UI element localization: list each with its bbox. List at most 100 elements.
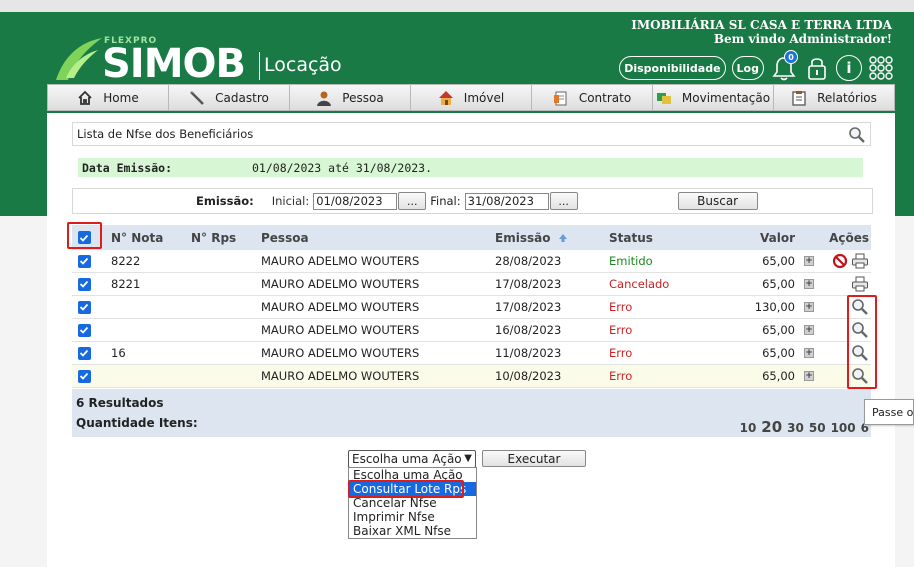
chevron-down-icon: ▼ (464, 453, 472, 464)
nfse-table: N° Nota N° Rps Pessoa Emissão Status Val… (72, 225, 871, 388)
quantity-label: Quantidade Itens: (76, 416, 198, 430)
lock-icon[interactable] (804, 54, 830, 82)
cell-emissao: 11/08/2023 (495, 346, 562, 360)
table-row[interactable]: 16 MAURO ADELMO WOUTERS 11/08/2023 Erro … (72, 342, 871, 365)
nav-movimentacao-label: Movimentação (681, 90, 771, 105)
final-date-input[interactable]: 31/08/2023 (464, 192, 549, 210)
cell-emissao: 10/08/2023 (495, 369, 562, 383)
nav-home[interactable]: Home (48, 85, 169, 110)
cell-valor: 65,00 (762, 369, 795, 383)
exchange-icon (656, 92, 671, 104)
print-icon[interactable] (851, 253, 869, 269)
table-row[interactable]: 8221 MAURO ADELMO WOUTERS 17/08/2023 Can… (72, 273, 871, 296)
final-date-picker-button[interactable]: ... (549, 192, 578, 210)
emissao-filter-label: Emissão: (196, 194, 254, 208)
nav-contrato-label: Contrato (578, 90, 632, 105)
action-select[interactable]: Escolha uma Ação ▼ (348, 450, 476, 468)
nav-home-label: Home (103, 90, 139, 105)
main-nav: Home Cadastro Pessoa Imóvel Contrato Mov… (47, 84, 895, 111)
nav-relatorios[interactable]: Relatórios (774, 85, 894, 110)
highlight-select-all (67, 222, 102, 249)
col-nota[interactable]: N° Nota (96, 231, 191, 245)
initial-date-picker-button[interactable]: ... (398, 192, 427, 210)
page-size-option[interactable]: 30 (787, 421, 804, 435)
nav-contrato[interactable]: Contrato (532, 85, 653, 110)
list-title-bar: Lista de Nfse dos Beneficiários (72, 122, 871, 146)
simob-logo[interactable]: FLEXPRO SIMOB Locação (52, 22, 352, 88)
cell-pessoa: MAURO ADELMO WOUTERS (261, 369, 420, 383)
nav-movimentacao[interactable]: Movimentação (653, 85, 774, 110)
page-size-option[interactable]: 10 (740, 421, 757, 435)
highlight-consultar-option (348, 480, 464, 498)
log-button[interactable]: Log (731, 56, 764, 80)
expand-plus-icon[interactable]: + (804, 325, 814, 335)
cell-status: Emitido (609, 254, 653, 268)
cell-nota: 16 (111, 346, 126, 360)
row-checkbox[interactable] (77, 300, 91, 314)
expand-plus-icon[interactable]: + (804, 256, 814, 266)
cell-pessoa: MAURO ADELMO WOUTERS (261, 300, 420, 314)
apps-grid-icon[interactable] (868, 55, 894, 81)
filter-summary-value: 01/08/2023 até 31/08/2023. (252, 160, 433, 175)
cell-valor: 65,00 (762, 346, 795, 360)
col-emissao[interactable]: Emissão (495, 231, 609, 245)
col-valor[interactable]: Valor (713, 231, 795, 245)
cell-valor: 65,00 (762, 254, 795, 268)
nav-relatorios-label: Relatórios (817, 90, 877, 105)
row-checkbox[interactable] (77, 346, 91, 360)
cell-status: Erro (609, 300, 633, 314)
disponibilidade-button[interactable]: Disponibilidade (619, 56, 726, 80)
search-button[interactable]: Buscar (677, 192, 758, 210)
nav-cadastro-label: Cadastro (215, 90, 269, 105)
row-checkbox[interactable] (77, 254, 91, 268)
report-icon (792, 90, 806, 106)
cell-nota: 8221 (111, 277, 141, 291)
table-row[interactable]: MAURO ADELMO WOUTERS 17/08/2023 Erro 130… (72, 296, 871, 319)
company-info: IMOBILIÁRIA SL CASA E TERRA LTDA Bem vin… (631, 18, 892, 46)
table-row[interactable]: 8222 MAURO ADELMO WOUTERS 28/08/2023 Emi… (72, 250, 871, 273)
cell-pessoa: MAURO ADELMO WOUTERS (261, 277, 420, 291)
nav-imovel[interactable]: Imóvel (411, 85, 532, 110)
page-size-option[interactable]: 50 (809, 421, 826, 435)
col-pessoa[interactable]: Pessoa (261, 231, 495, 245)
notifications-button[interactable]: 0 (770, 50, 798, 82)
check-icon (79, 303, 89, 311)
action-option[interactable]: Cancelar Nfse (349, 496, 476, 510)
check-icon (79, 257, 89, 265)
cell-status: Erro (609, 323, 633, 337)
row-checkbox[interactable] (77, 323, 91, 337)
print-icon[interactable] (851, 276, 869, 292)
action-option[interactable]: Baixar XML Nfse (349, 524, 476, 538)
table-row[interactable]: MAURO ADELMO WOUTERS 16/08/2023 Erro 65,… (72, 319, 871, 342)
expand-plus-icon[interactable]: + (804, 279, 814, 289)
person-icon (317, 91, 332, 106)
expand-plus-icon[interactable]: + (804, 302, 814, 312)
action-option[interactable]: Imprimir Nfse (349, 510, 476, 524)
content-panel: Lista de Nfse dos Beneficiários Data Emi… (47, 113, 895, 567)
row-checkbox[interactable] (77, 369, 91, 383)
row-checkbox[interactable] (77, 277, 91, 291)
cancel-nfse-icon[interactable] (832, 253, 848, 269)
info-button[interactable]: i (836, 55, 862, 81)
cell-valor: 65,00 (762, 277, 795, 291)
execute-button[interactable]: Executar (482, 450, 586, 467)
page-size-option-selected[interactable]: 20 (761, 418, 782, 436)
results-count: 6 Resultados (76, 396, 164, 410)
initial-date-input[interactable]: 01/08/2023 (313, 192, 398, 210)
expand-plus-icon[interactable]: + (804, 371, 814, 381)
col-status[interactable]: Status (609, 231, 713, 245)
list-title: Lista de Nfse dos Beneficiários (77, 127, 254, 141)
col-rps[interactable]: N° Rps (191, 231, 261, 245)
table-row[interactable]: MAURO ADELMO WOUTERS 10/08/2023 Erro 65,… (72, 365, 871, 388)
page-size-option[interactable]: 100 (831, 421, 856, 435)
check-icon (79, 326, 89, 334)
filter-summary-bar: Data Emissão: 01/08/2023 até 31/08/2023. (78, 158, 863, 177)
search-icon[interactable] (848, 126, 866, 144)
cell-emissao: 28/08/2023 (495, 254, 562, 268)
nav-pessoa[interactable]: Pessoa (290, 85, 411, 110)
nav-imovel-label: Imóvel (463, 90, 505, 105)
cell-valor: 130,00 (754, 300, 795, 314)
highlight-search-actions (847, 295, 877, 389)
nav-cadastro[interactable]: Cadastro (169, 85, 290, 110)
expand-plus-icon[interactable]: + (804, 348, 814, 358)
